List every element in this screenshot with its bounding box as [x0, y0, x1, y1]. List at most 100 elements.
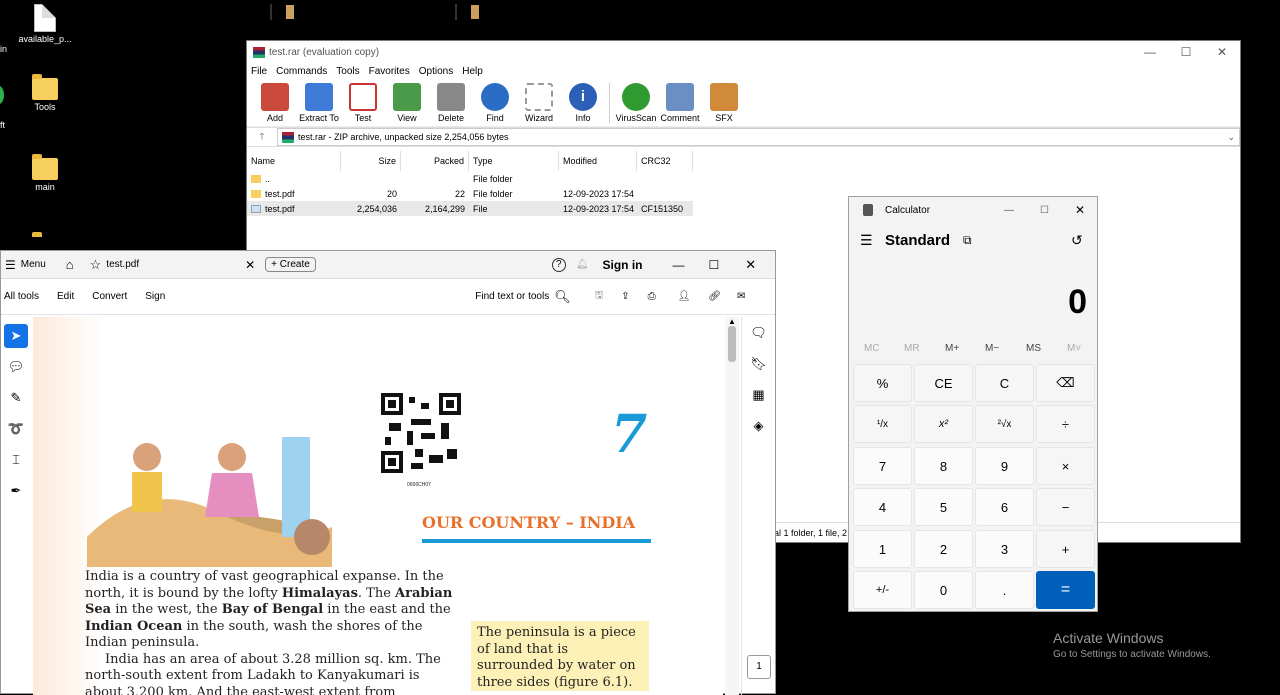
- memory-list-button[interactable]: M˅: [1067, 343, 1081, 354]
- decimal-button[interactable]: .: [975, 571, 1034, 609]
- layers-icon[interactable]: ◈: [750, 418, 768, 436]
- memory-add-button[interactable]: M+: [945, 343, 959, 354]
- digit-3-button[interactable]: 3: [975, 530, 1034, 568]
- menu-file[interactable]: File: [251, 66, 267, 77]
- menu-tools[interactable]: Tools: [336, 66, 359, 77]
- desktop-icon-tools[interactable]: Tools: [10, 74, 80, 112]
- reciprocal-button[interactable]: ¹/x: [853, 405, 912, 443]
- digit-8-button[interactable]: 8: [914, 447, 973, 485]
- star-icon[interactable]: ☆: [90, 257, 102, 273]
- memory-subtract-button[interactable]: M−: [985, 343, 999, 354]
- column-modified[interactable]: Modified: [559, 151, 637, 171]
- maximize-icon[interactable]: ☐: [1168, 45, 1204, 59]
- pointer-tool-icon[interactable]: ➤: [4, 324, 28, 348]
- minimize-icon[interactable]: —: [1132, 45, 1168, 59]
- save-icon[interactable]: 🖫: [595, 288, 604, 305]
- chevron-down-icon[interactable]: ⌄: [1227, 132, 1235, 143]
- info-button[interactable]: i Info: [561, 83, 605, 123]
- wizard-button[interactable]: Wizard: [517, 83, 561, 123]
- sign-menu[interactable]: Sign: [145, 291, 165, 302]
- link-icon[interactable]: 🔗︎: [708, 291, 721, 302]
- archive-path-field[interactable]: test.rar - ZIP archive, unpacked size 2,…: [277, 128, 1240, 146]
- column-packed[interactable]: Packed: [401, 151, 469, 171]
- equals-button[interactable]: =: [1036, 571, 1095, 609]
- bell-icon[interactable]: 🔔︎: [576, 259, 589, 270]
- upload-icon[interactable]: ⇪: [621, 291, 629, 302]
- memory-recall-button[interactable]: MR: [904, 343, 920, 354]
- search-icon[interactable]: 🔍︎: [554, 289, 571, 305]
- test-button[interactable]: Test: [341, 83, 385, 123]
- minimize-icon[interactable]: —: [1004, 205, 1014, 216]
- digit-7-button[interactable]: 7: [853, 447, 912, 485]
- close-icon[interactable]: ✕: [1075, 203, 1085, 217]
- menu-options[interactable]: Options: [419, 66, 453, 77]
- find-tools-field[interactable]: Find text or tools: [475, 291, 549, 302]
- comments-icon[interactable]: 🗨︎: [750, 325, 768, 343]
- column-crc32[interactable]: CRC32: [637, 151, 693, 171]
- memory-clear-button[interactable]: MC: [864, 343, 880, 354]
- home-icon[interactable]: ⌂: [66, 257, 74, 272]
- menu-help[interactable]: Help: [462, 66, 483, 77]
- find-button[interactable]: Find: [473, 83, 517, 123]
- signature-icon[interactable]: ✒: [4, 479, 28, 503]
- add-button[interactable]: Add: [253, 83, 297, 123]
- clear-button[interactable]: C: [975, 364, 1034, 402]
- percent-button[interactable]: %: [853, 364, 912, 402]
- digit-1-button[interactable]: 1: [853, 530, 912, 568]
- comment-add-icon[interactable]: 💬︎: [4, 355, 28, 379]
- bookmark-icon[interactable]: 🔖︎: [750, 356, 768, 374]
- desktop-icon-file[interactable]: available_p...: [10, 4, 80, 44]
- digit-0-button[interactable]: 0: [914, 571, 973, 609]
- sfx-button[interactable]: SFX: [702, 83, 746, 123]
- history-icon[interactable]: ↺: [1071, 232, 1083, 249]
- table-row[interactable]: test.pdf 20 22 File folder 12-09-2023 17…: [247, 186, 693, 201]
- close-icon[interactable]: ✕: [1204, 45, 1240, 59]
- table-row[interactable]: test.pdf 2,254,036 2,164,299 File 12-09-…: [247, 201, 693, 216]
- convert-menu[interactable]: Convert: [92, 291, 127, 302]
- winrar-archive-icon[interactable]: [270, 4, 272, 20]
- square-button[interactable]: x²: [914, 405, 973, 443]
- thumbnails-icon[interactable]: ▦: [750, 387, 768, 405]
- column-name[interactable]: Name: [247, 151, 341, 171]
- menu-commands[interactable]: Commands: [276, 66, 327, 77]
- print-icon[interactable]: ⎙: [648, 291, 656, 302]
- mail-icon[interactable]: ✉: [737, 291, 745, 302]
- extract-to-button[interactable]: Extract To: [297, 83, 341, 123]
- edit-menu[interactable]: Edit: [57, 291, 74, 302]
- digit-9-button[interactable]: 9: [975, 447, 1034, 485]
- column-type[interactable]: Type: [469, 151, 559, 171]
- virusscan-button[interactable]: VirusScan: [614, 83, 658, 123]
- maximize-icon[interactable]: ☐: [709, 258, 720, 272]
- digit-5-button[interactable]: 5: [914, 488, 973, 526]
- scroll-up-icon[interactable]: ▲: [725, 317, 739, 326]
- hamburger-icon[interactable]: ☰: [860, 232, 873, 249]
- delete-button[interactable]: Delete: [429, 83, 473, 123]
- add-button[interactable]: +: [1036, 530, 1095, 568]
- highlight-pen-icon[interactable]: ✎: [4, 386, 28, 410]
- all-tools-menu[interactable]: All tools: [4, 291, 39, 302]
- green-app-icon[interactable]: [0, 86, 4, 104]
- minimize-icon[interactable]: —: [673, 258, 685, 272]
- column-size[interactable]: Size: [341, 151, 401, 171]
- negate-button[interactable]: +/-: [853, 571, 912, 609]
- create-button[interactable]: + Create: [265, 257, 316, 272]
- multiply-button[interactable]: ×: [1036, 447, 1095, 485]
- menu-button[interactable]: Menu: [21, 259, 46, 270]
- share-user-icon[interactable]: 👤︎: [678, 291, 691, 302]
- draw-lasso-icon[interactable]: ➰: [4, 417, 28, 441]
- help-icon[interactable]: ?: [551, 257, 566, 272]
- clear-entry-button[interactable]: CE: [914, 364, 973, 402]
- up-arrow-icon[interactable]: 🡑: [247, 129, 277, 145]
- close-icon[interactable]: ✕: [745, 257, 756, 273]
- table-row[interactable]: .. File folder: [247, 171, 693, 186]
- hamburger-icon[interactable]: ☰: [5, 258, 16, 272]
- memory-store-button[interactable]: MS: [1026, 343, 1041, 354]
- winrar-titlebar[interactable]: test.rar (evaluation copy) — ☐ ✕: [247, 41, 1240, 63]
- tab-title[interactable]: test.pdf: [106, 259, 139, 270]
- keep-on-top-icon[interactable]: ⧉: [963, 233, 972, 248]
- comment-button[interactable]: Comment: [658, 83, 702, 123]
- menu-favorites[interactable]: Favorites: [369, 66, 410, 77]
- digit-6-button[interactable]: 6: [975, 488, 1034, 526]
- sign-in-button[interactable]: Sign in: [603, 258, 643, 272]
- close-tab-icon[interactable]: ✕: [245, 258, 255, 272]
